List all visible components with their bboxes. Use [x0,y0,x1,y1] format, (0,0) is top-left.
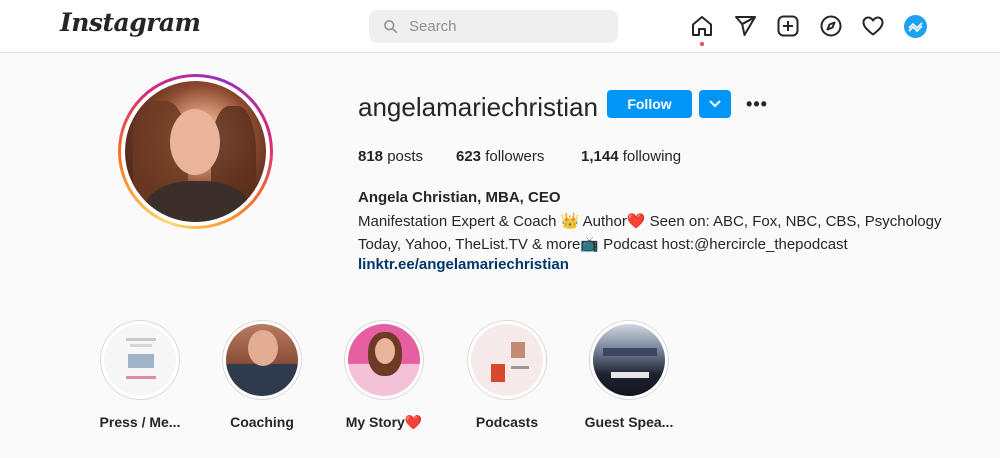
following-count: 1,144 [581,148,619,165]
posts-stat: 818 posts [358,148,423,165]
highlight-cover [226,324,298,396]
highlight-my-story[interactable]: My Story❤️ [339,320,429,431]
highlight-cover [593,324,665,396]
highlight-label: My Story❤️ [345,414,423,430]
explore-icon[interactable] [819,14,843,38]
profile-bio: Manifestation Expert & Coach 👑 Author❤️ … [358,211,942,256]
home-icon[interactable] [690,14,714,38]
posts-label: posts [387,148,424,165]
profile-full-name: Angela Christian, MBA, CEO [358,189,561,206]
highlight-podcasts[interactable]: Podcasts [462,320,552,430]
bio-line: Today, Yahoo, TheList.TV & more📺 Podcast… [358,235,848,253]
profile-photo [125,81,266,222]
profile-picture[interactable] [118,74,273,229]
highlight-guest-speaker[interactable]: Guest Spea... [584,320,674,430]
highlight-cover [104,324,176,396]
profile-avatar-icon[interactable] [904,15,927,38]
search-box[interactable] [369,10,618,43]
bio-line: Manifestation Expert & Coach 👑 Author❤️ … [358,213,942,230]
highlight-label: Podcasts [475,414,539,430]
profile-website-link[interactable]: linktr.ee/angelamariechristian [358,256,569,273]
posts-count: 818 [358,148,384,165]
highlight-coaching[interactable]: Coaching [217,320,307,430]
more-options-icon[interactable]: ••• [745,92,769,116]
notification-dot [700,42,704,46]
followers-label: followers [485,148,545,165]
highlight-label: Press / Me... [99,414,181,430]
highlight-label: Guest Spea... [584,414,674,430]
direct-message-icon[interactable] [733,14,757,38]
suggested-accounts-button[interactable] [699,90,731,118]
followers-count: 623 [456,148,482,165]
following-label: following [622,148,682,165]
profile-username: angelamariechristian [358,92,598,122]
search-input[interactable] [409,10,609,43]
new-post-icon[interactable] [776,14,800,38]
activity-heart-icon[interactable] [861,14,885,38]
instagram-logo[interactable]: Instagram [60,8,201,37]
following-stat[interactable]: 1,144 following [581,148,681,165]
highlight-cover [348,324,420,396]
followers-stat[interactable]: 623 followers [456,148,544,165]
follow-button[interactable]: Follow [607,90,692,118]
highlight-press[interactable]: Press / Me... [95,320,185,430]
highlight-cover [471,324,543,396]
top-nav-bar: Instagram [0,0,1000,53]
chevron-down-icon [709,100,721,108]
search-icon [384,20,398,34]
highlight-label: Coaching [230,414,294,430]
